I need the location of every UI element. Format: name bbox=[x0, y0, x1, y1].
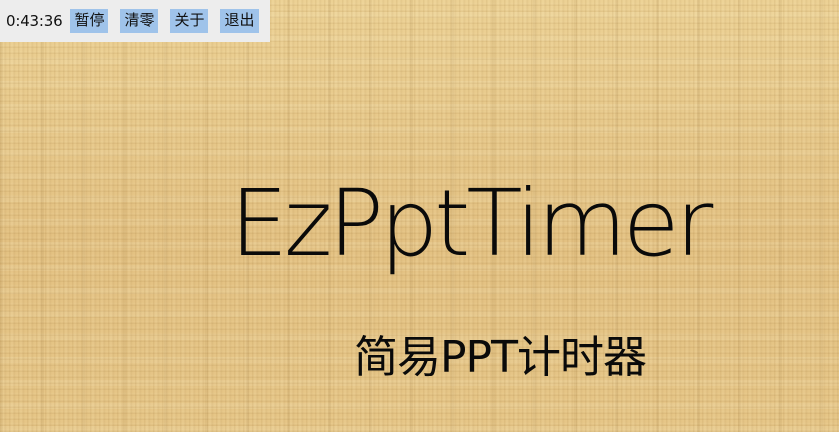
timer-toolbar: 0:43:36 暂停 清零 关于 退出 bbox=[0, 0, 270, 42]
elapsed-time: 0:43:36 bbox=[6, 12, 63, 30]
presentation-slide: 0:43:36 暂停 清零 关于 退出 EzPptTimer 简易PPT计时器 bbox=[0, 0, 839, 432]
slide-title: EzPptTimer bbox=[230, 170, 713, 277]
pause-button[interactable]: 暂停 bbox=[70, 9, 109, 33]
about-button[interactable]: 关于 bbox=[170, 9, 209, 33]
reset-button[interactable]: 清零 bbox=[120, 9, 159, 33]
slide-subtitle: 简易PPT计时器 bbox=[354, 332, 647, 383]
exit-button[interactable]: 退出 bbox=[220, 9, 259, 33]
